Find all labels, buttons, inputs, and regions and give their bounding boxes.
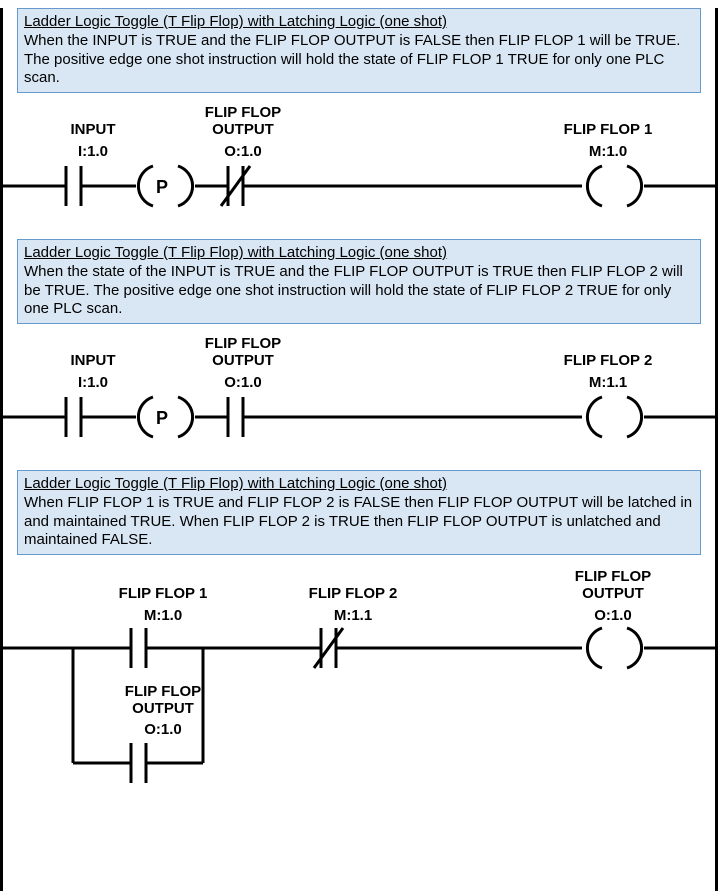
- rung2-body: When the state of the INPUT is TRUE and …: [24, 263, 694, 319]
- one-shot-p-letter-2: P: [156, 408, 168, 428]
- rung1: INPUT I:1.0 FLIP FLOP OUTPUT O:1.0 FLIP …: [3, 101, 715, 231]
- rung1-title: Ladder Logic Toggle (T Flip Flop) with L…: [24, 13, 694, 32]
- rung3-title: Ladder Logic Toggle (T Flip Flop) with L…: [24, 475, 694, 494]
- rung3-comment: Ladder Logic Toggle (T Flip Flop) with L…: [17, 470, 701, 555]
- rung1-svg: P: [3, 101, 715, 231]
- rung1-body: When the INPUT is TRUE and the FLIP FLOP…: [24, 32, 694, 88]
- rung2-comment: Ladder Logic Toggle (T Flip Flop) with L…: [17, 239, 701, 324]
- rung2-svg: P: [3, 332, 715, 462]
- ladder-diagram: Ladder Logic Toggle (T Flip Flop) with L…: [0, 8, 718, 891]
- rung1-comment: Ladder Logic Toggle (T Flip Flop) with L…: [17, 8, 701, 93]
- rung3-svg: [3, 563, 715, 793]
- rung3: FLIP FLOP 1 M:1.0 FLIP FLOP 2 M:1.1 FLIP…: [3, 563, 715, 793]
- rung2: INPUT I:1.0 FLIP FLOP OUTPUT O:1.0 FLIP …: [3, 332, 715, 462]
- one-shot-p-letter: P: [156, 177, 168, 197]
- rung3-body: When FLIP FLOP 1 is TRUE and FLIP FLOP 2…: [24, 494, 694, 550]
- rung2-title: Ladder Logic Toggle (T Flip Flop) with L…: [24, 244, 694, 263]
